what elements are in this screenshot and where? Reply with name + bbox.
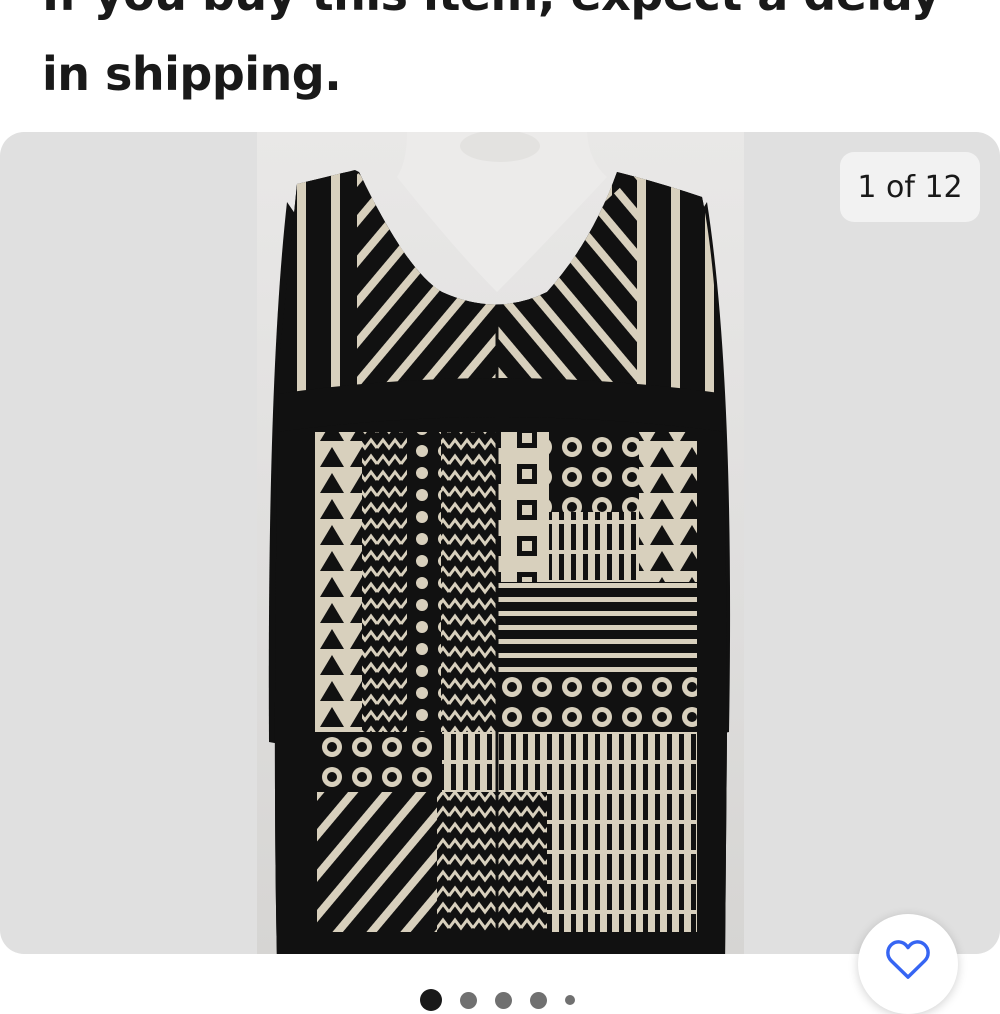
pagination-dot[interactable]	[495, 991, 512, 1009]
pagination-dot[interactable]	[565, 995, 575, 1005]
shipping-delay-notice: If you buy this item, expect a delay in …	[42, 0, 941, 101]
pagination-dot[interactable]	[420, 989, 442, 1011]
gallery-pagination[interactable]	[420, 986, 575, 1014]
image-counter: 1 of 12	[840, 152, 980, 222]
pagination-dot[interactable]	[530, 991, 547, 1009]
add-to-watchlist-button[interactable]	[858, 914, 958, 1014]
image-gallery[interactable]: 1 of 12	[0, 132, 1000, 954]
product-photo[interactable]	[257, 132, 744, 954]
pagination-dot[interactable]	[460, 991, 477, 1009]
heart-outline-icon	[886, 940, 930, 979]
product-photo-image	[268, 132, 731, 954]
